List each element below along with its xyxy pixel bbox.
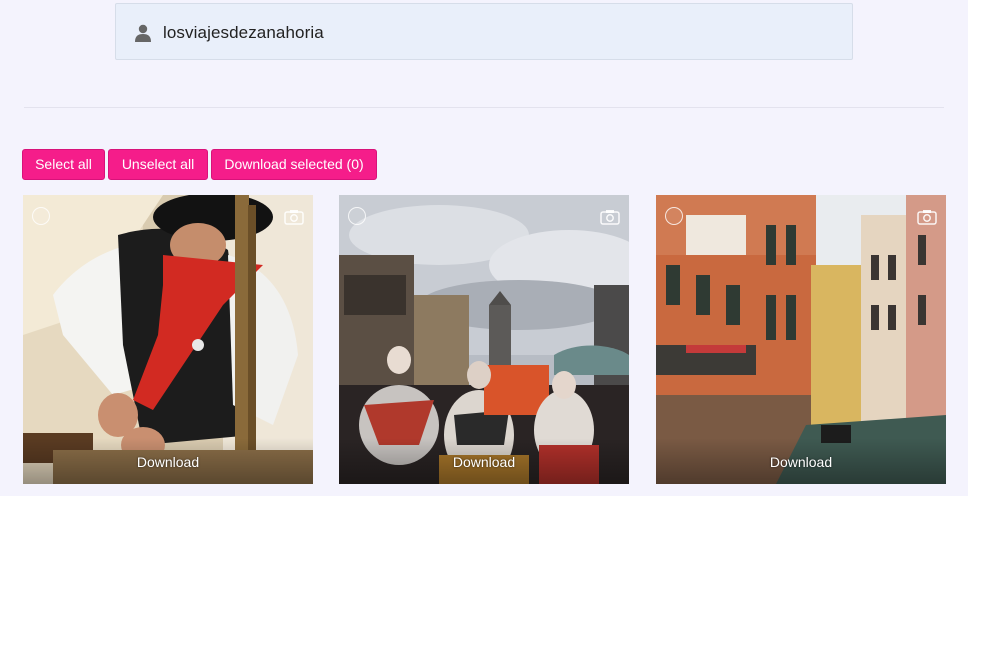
camera-icon [600,210,620,225]
divider [24,107,944,108]
camera-icon [917,210,937,225]
download-link[interactable]: Download [23,454,313,470]
user-icon [135,24,151,42]
camera-icon [284,210,304,225]
download-link[interactable]: Download [656,454,946,470]
select-checkbox[interactable] [665,207,683,225]
photo-card[interactable]: Download [656,195,946,484]
download-selected-button[interactable]: Download selected (0) [211,149,377,180]
download-link[interactable]: Download [339,454,629,470]
profile-username: losviajesdezanahoria [163,23,324,42]
photo-card[interactable]: Download [23,195,313,484]
select-checkbox[interactable] [348,207,366,225]
content-panel: losviajesdezanahoria Select all Unselect… [0,0,968,496]
select-all-button[interactable]: Select all [22,149,105,180]
unselect-all-button[interactable]: Unselect all [108,149,208,180]
select-checkbox[interactable] [32,207,50,225]
profile-header: losviajesdezanahoria [115,3,853,60]
photo-card[interactable]: Download [339,195,629,484]
